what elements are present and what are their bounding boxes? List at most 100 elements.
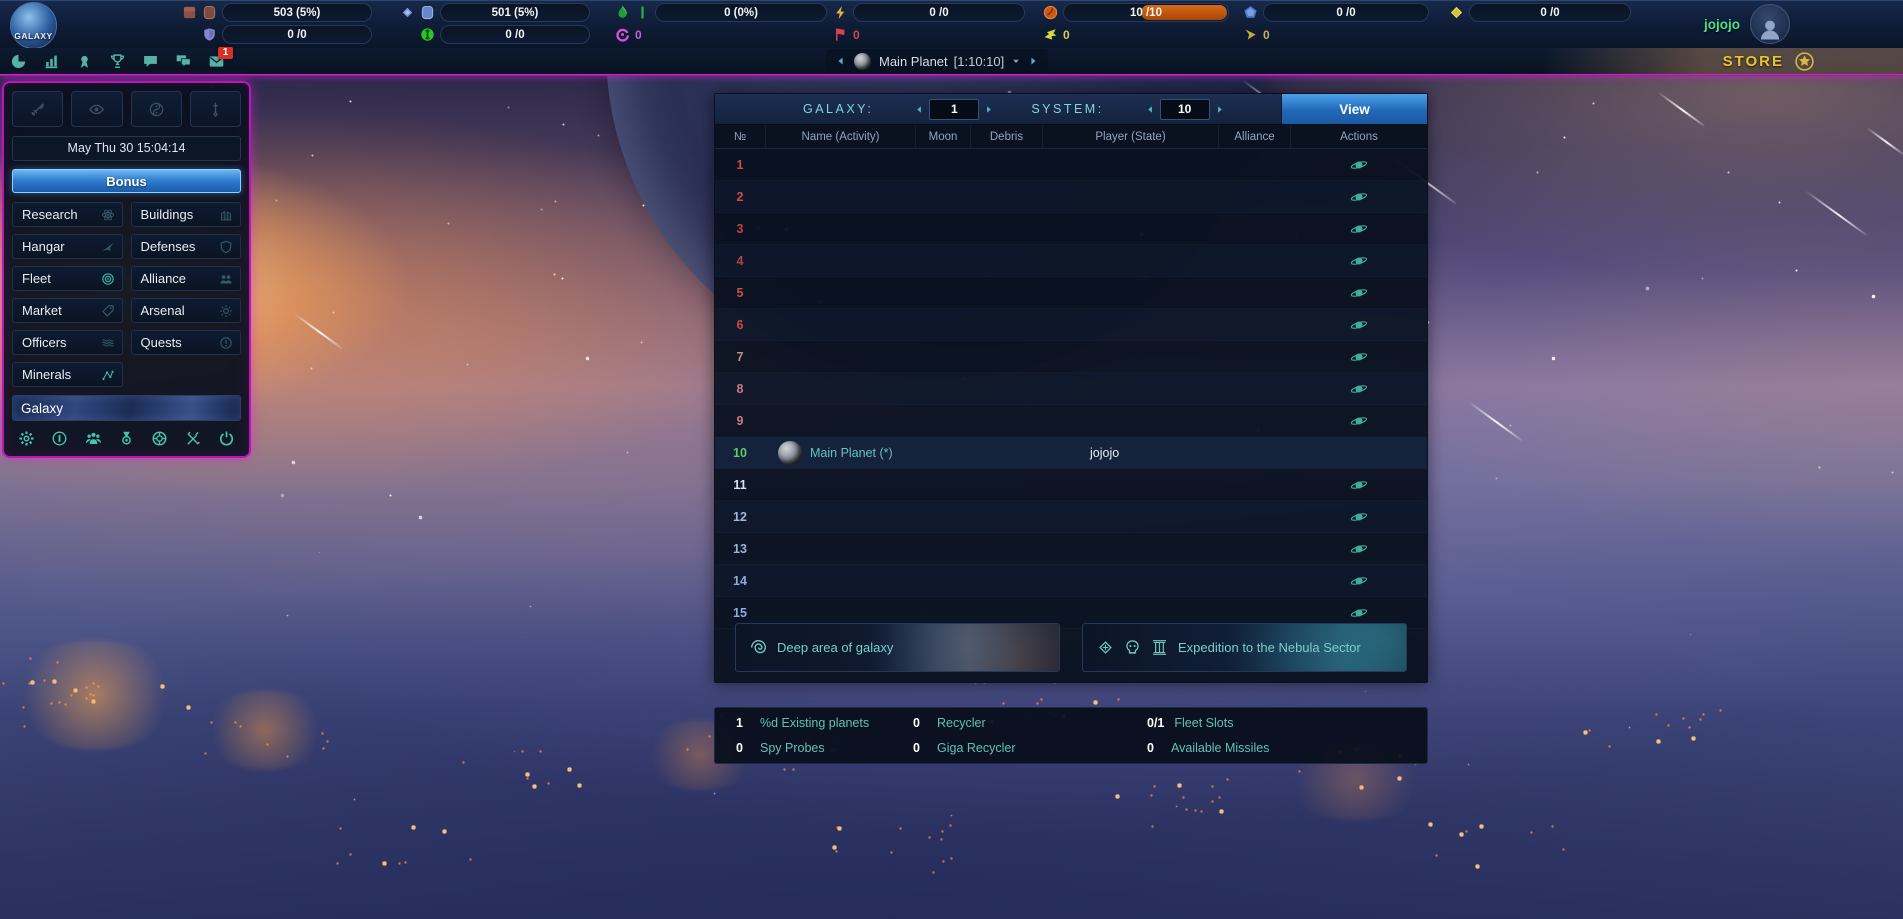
eye-button[interactable]	[71, 91, 122, 127]
colonize-action-icon[interactable]	[1350, 220, 1368, 238]
bird-icon	[1043, 27, 1058, 42]
column-header: Debris	[970, 125, 1042, 148]
expedition-banner[interactable]: Expedition to the Nebula Sector	[1082, 623, 1407, 672]
top-resource-bar: GALAXY 503 (5%)0 /0501 (5%)0 /00 (0%)00 …	[0, 0, 1903, 49]
resource-sub-amount: 0 /0	[440, 25, 590, 44]
colonize-action-icon[interactable]	[1350, 348, 1368, 366]
alliance-cell	[1218, 405, 1290, 436]
summary-stat: 0Giga Recycler	[913, 741, 1147, 755]
dagger-button[interactable]	[190, 91, 241, 127]
moon-cell	[915, 149, 970, 180]
current-planet-name[interactable]: Main Planet	[879, 54, 948, 69]
lifebuoy-button[interactable]	[151, 430, 168, 447]
bonus-button[interactable]: Bonus	[12, 169, 241, 193]
alliance-cell	[1218, 245, 1290, 276]
info-button[interactable]	[51, 430, 68, 447]
messages-button[interactable]	[175, 53, 192, 70]
colonize-action-icon[interactable]	[1350, 188, 1368, 206]
colonize-action-icon[interactable]	[1350, 412, 1368, 430]
meteor-streak	[1657, 91, 1705, 127]
colonize-action-icon[interactable]	[1350, 540, 1368, 558]
highscore-button[interactable]	[109, 53, 126, 70]
colonize-action-icon[interactable]	[1350, 508, 1368, 526]
planet-dropdown-caret-icon[interactable]	[1012, 57, 1020, 65]
group-button[interactable]	[85, 430, 102, 447]
next-planet-button[interactable]	[1028, 56, 1038, 66]
quest-icon	[219, 336, 233, 350]
galaxy-decrement-button[interactable]	[915, 105, 924, 114]
avatar[interactable]	[1750, 4, 1790, 44]
colonize-action-icon[interactable]	[1350, 380, 1368, 398]
moon-cell	[915, 533, 970, 564]
system-decrement-button[interactable]	[1146, 105, 1155, 114]
resource-amount: 0 /0	[1263, 3, 1429, 22]
mail-button[interactable]: 1	[208, 53, 225, 70]
colonize-action-icon[interactable]	[1350, 316, 1368, 334]
planet-name[interactable]: Main Planet (*)	[810, 446, 893, 460]
alliance-cell	[1218, 373, 1290, 404]
sword-button[interactable]	[12, 91, 63, 127]
colonize-action-icon[interactable]	[1350, 572, 1368, 590]
sidebar-item-officers[interactable]: Officers	[12, 330, 123, 355]
yinyang-button[interactable]	[131, 91, 182, 127]
sidebar-item-hangar[interactable]: Hangar	[12, 234, 123, 259]
sidebar-item-label: Alliance	[141, 271, 187, 286]
view-button[interactable]: View	[1281, 94, 1427, 124]
game-logo[interactable]: GALAXY	[10, 2, 57, 49]
prev-planet-button[interactable]	[836, 56, 846, 66]
awards-button[interactable]	[76, 53, 93, 70]
alliance-cell	[1218, 277, 1290, 308]
sidebar-item-fleet[interactable]: Fleet	[12, 266, 123, 291]
sidebar-item-galaxy[interactable]: Galaxy	[12, 395, 241, 421]
colonize-action-icon[interactable]	[1350, 156, 1368, 174]
pie-chart-button[interactable]	[10, 53, 27, 70]
sidebar-item-quests[interactable]: Quests	[131, 330, 242, 355]
table-row-position-3: 3	[715, 213, 1427, 245]
sidebar-item-research[interactable]: Research	[12, 202, 123, 227]
store-button[interactable]: STORE	[1543, 48, 1903, 74]
system-increment-button[interactable]	[1215, 105, 1224, 114]
galaxy-number-input[interactable]: 1	[929, 99, 979, 120]
stat-label[interactable]: Giga Recycler	[937, 741, 1016, 755]
system-number-input[interactable]: 10	[1160, 99, 1210, 120]
power-button[interactable]	[218, 430, 235, 447]
column-header: №	[715, 125, 765, 148]
resource-amount: 503 (5%)	[222, 3, 372, 22]
colonize-action-icon[interactable]	[1350, 284, 1368, 302]
column-header: Player (State)	[1042, 125, 1218, 148]
stat-label[interactable]: Fleet Slots	[1174, 716, 1233, 730]
deep-area-banner[interactable]: Deep area of galaxy	[735, 623, 1060, 672]
alliance-cell	[1218, 213, 1290, 244]
position-number: 9	[715, 405, 765, 436]
colonize-action-icon[interactable]	[1350, 476, 1368, 494]
sidebar-item-arsenal[interactable]: Arsenal	[131, 298, 242, 323]
position-number: 14	[715, 565, 765, 596]
player-cell	[1042, 277, 1218, 308]
meteor-streak	[293, 313, 343, 350]
waves-icon	[101, 336, 115, 350]
statistics-button[interactable]	[43, 53, 60, 70]
sidebar-item-defenses[interactable]: Defenses	[131, 234, 242, 259]
sidebar-item-market[interactable]: Market	[12, 298, 123, 323]
tools-button[interactable]	[185, 430, 202, 447]
stat-label[interactable]: Recycler	[937, 716, 986, 730]
username[interactable]: jojojo	[1704, 17, 1740, 32]
player-cell	[1042, 565, 1218, 596]
player-cell	[1042, 469, 1218, 500]
sidebar-item-minerals[interactable]: Minerals	[12, 362, 123, 387]
stat-label[interactable]: Spy Probes	[760, 741, 825, 755]
resource-group-3: 0 (0%)0	[615, 3, 827, 47]
stat-value: 0	[913, 716, 927, 730]
sidebar-item-buildings[interactable]: Buildings	[131, 202, 242, 227]
colonize-action-icon[interactable]	[1350, 604, 1368, 622]
stat-label[interactable]: %d Existing planets	[760, 716, 869, 730]
colonize-action-icon[interactable]	[1350, 252, 1368, 270]
banner-label: Deep area of galaxy	[777, 640, 893, 655]
sidebar-item-alliance[interactable]: Alliance	[131, 266, 242, 291]
medal-button[interactable]	[118, 430, 135, 447]
gear-button[interactable]	[18, 430, 35, 447]
planet-navigation: Main Planet [1:10:10]	[826, 49, 1048, 73]
chat-button[interactable]	[142, 53, 159, 70]
stat-label[interactable]: Available Missiles	[1171, 741, 1269, 755]
galaxy-increment-button[interactable]	[984, 105, 993, 114]
